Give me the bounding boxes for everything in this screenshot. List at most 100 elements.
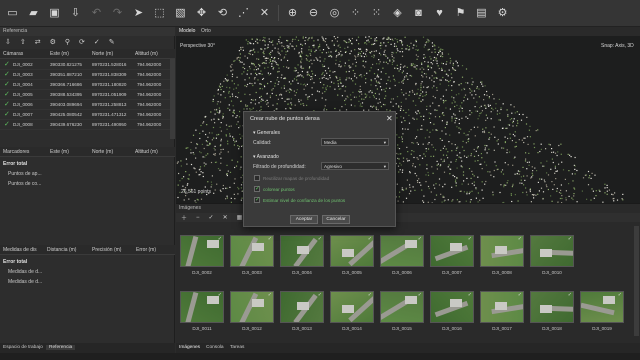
image-thumbnail[interactable]: ✓ bbox=[430, 291, 474, 323]
zoom-in-icon[interactable]: ⊕ bbox=[283, 4, 302, 23]
col-altitude[interactable]: Altitud (m) bbox=[135, 149, 158, 155]
rotate-icon[interactable]: ⟲ bbox=[213, 4, 232, 23]
tab-images[interactable]: Imágenes bbox=[179, 345, 200, 350]
confidence-checkbox[interactable]: ✓ bbox=[254, 197, 260, 203]
table-row[interactable]: ✓ DJI_0002 390330.821275 8970231.528016 794.… bbox=[0, 60, 170, 70]
redo-icon[interactable]: ↷ bbox=[108, 4, 127, 23]
images-scrollbar[interactable] bbox=[634, 226, 639, 336]
save-icon[interactable]: ▣ bbox=[45, 4, 64, 23]
cancel-button[interactable]: Cancelar bbox=[322, 215, 350, 224]
zoom-out-icon[interactable]: ⊖ bbox=[304, 4, 323, 23]
mesh-icon[interactable]: ◈ bbox=[388, 4, 407, 23]
table-row[interactable]: ✓ DJI_0005 390388.534395 8970231.051909 794.… bbox=[0, 90, 170, 100]
settings-icon[interactable]: ⚙ bbox=[493, 4, 512, 23]
enabled-checkbox[interactable]: ✓ bbox=[4, 91, 11, 98]
col-precision[interactable]: Precisión (m) bbox=[92, 247, 121, 253]
accept-button[interactable]: Aceptar bbox=[290, 215, 318, 224]
tab-tasks[interactable]: Tareas bbox=[230, 345, 244, 350]
enabled-checkbox[interactable]: ✓ bbox=[4, 81, 11, 88]
image-thumbnail[interactable]: ✓ bbox=[230, 235, 274, 267]
image-thumbnail[interactable]: ✓ bbox=[230, 291, 274, 323]
remove-photos-icon[interactable]: − bbox=[196, 215, 200, 221]
move-icon[interactable]: ✥ bbox=[192, 4, 211, 23]
section-general[interactable]: ▾ Generales bbox=[253, 130, 280, 136]
rect-select-icon[interactable]: ⬚ bbox=[150, 4, 169, 23]
landmark-icon[interactable]: ⚑ bbox=[451, 4, 470, 23]
target-icon[interactable]: ◎ bbox=[325, 4, 344, 23]
undo-icon[interactable]: ↶ bbox=[87, 4, 106, 23]
section-advanced[interactable]: ▾ Avanzado bbox=[253, 154, 279, 160]
col-distance[interactable]: Distancia (m) bbox=[47, 247, 76, 253]
close-icon[interactable]: ✕ bbox=[386, 114, 393, 123]
delete-icon[interactable]: ✕ bbox=[255, 4, 274, 23]
image-thumbnail[interactable]: ✓ bbox=[530, 291, 574, 323]
tab-model[interactable]: Modelo bbox=[179, 28, 195, 34]
pointcloud-icon[interactable]: ⁙ bbox=[367, 4, 386, 23]
filter-icon[interactable]: ⚲ bbox=[65, 38, 70, 46]
enabled-checkbox[interactable]: ✓ bbox=[4, 121, 11, 128]
image-thumbnail[interactable]: ✓ bbox=[330, 291, 374, 323]
col-altitude[interactable]: Altitud (m) bbox=[135, 51, 158, 57]
col-markers[interactable]: Marcadores bbox=[3, 149, 29, 155]
brush-icon[interactable]: ▧ bbox=[171, 4, 190, 23]
image-thumbnail[interactable]: ✓ bbox=[530, 235, 574, 267]
add-photos-icon[interactable]: ＋ bbox=[181, 213, 187, 222]
image-thumbnail[interactable]: ✓ bbox=[180, 291, 224, 323]
node-icon[interactable]: ⋰ bbox=[234, 4, 253, 23]
image-thumbnail[interactable]: ✓ bbox=[480, 291, 524, 323]
tab-ortho[interactable]: Orto bbox=[201, 28, 211, 34]
image-thumbnail[interactable]: ✓ bbox=[330, 235, 374, 267]
col-north[interactable]: Norte (m) bbox=[92, 51, 113, 57]
update-icon[interactable]: ⟳ bbox=[79, 38, 85, 46]
depth-filter-select[interactable]: Agresivo ▾ bbox=[321, 162, 389, 170]
enabled-checkbox[interactable]: ✓ bbox=[4, 61, 11, 68]
image-thumbnail[interactable]: ✓ bbox=[280, 235, 324, 267]
image-icon[interactable]: ▤ bbox=[472, 4, 491, 23]
tree-item-measure[interactable]: Medidas de d... bbox=[8, 269, 42, 275]
grid-icon[interactable]: ⁘ bbox=[346, 4, 365, 23]
tree-item-check-points[interactable]: Puntos de co... bbox=[8, 181, 41, 187]
settings-icon[interactable]: ⚙ bbox=[50, 38, 56, 46]
image-thumbnail[interactable]: ✓ bbox=[480, 235, 524, 267]
tab-console[interactable]: Consola bbox=[206, 345, 224, 350]
image-thumbnail[interactable]: ✓ bbox=[580, 291, 624, 323]
tools-icon[interactable]: ✎ bbox=[109, 38, 115, 46]
tab-reference[interactable]: Referencia bbox=[46, 345, 76, 350]
table-row[interactable]: ✓ DJI_0003 390351.887210 8970231.838309 794.… bbox=[0, 70, 170, 80]
table-row[interactable]: ✓ DJI_0007 390425.080542 8970231.471312 794.… bbox=[0, 110, 170, 120]
enabled-checkbox[interactable]: ✓ bbox=[4, 111, 11, 118]
heart-icon[interactable]: ♥ bbox=[430, 4, 449, 23]
image-thumbnail[interactable]: ✓ bbox=[380, 235, 424, 267]
import-ref-icon[interactable]: ⇩ bbox=[5, 38, 11, 46]
image-thumbnail[interactable]: ✓ bbox=[180, 235, 224, 267]
convert-icon[interactable]: ⇄ bbox=[35, 38, 41, 46]
table-row[interactable]: ✓ DJI_0006 390403.089694 8970231.258813 794.… bbox=[0, 100, 170, 110]
enabled-checkbox[interactable]: ✓ bbox=[4, 71, 11, 78]
image-thumbnail[interactable]: ✓ bbox=[280, 291, 324, 323]
select-icon[interactable]: ➤ bbox=[129, 4, 148, 23]
color-points-checkbox[interactable]: ✓ bbox=[254, 186, 260, 192]
col-measures[interactable]: Medidas de dis bbox=[3, 247, 37, 253]
image-thumbnail[interactable]: ✓ bbox=[430, 235, 474, 267]
image-thumbnail[interactable]: ✓ bbox=[380, 291, 424, 323]
enable-icon[interactable]: ✓ bbox=[209, 214, 214, 221]
open-folder-icon[interactable]: ▰ bbox=[24, 4, 43, 23]
table-row[interactable]: ✓ DJI_0004 390366.716686 8970231.180820 794.… bbox=[0, 80, 170, 90]
reuse-depth-maps-checkbox[interactable] bbox=[254, 175, 260, 181]
optimize-icon[interactable]: ✓ bbox=[94, 38, 100, 46]
tree-item-control-points[interactable]: Puntos de ap... bbox=[8, 171, 42, 177]
col-east[interactable]: Este (m) bbox=[50, 149, 69, 155]
import-icon[interactable]: ⇩ bbox=[66, 4, 85, 23]
col-east[interactable]: Este (m) bbox=[50, 51, 69, 57]
cameras-scrollbar[interactable] bbox=[170, 59, 175, 139]
col-north[interactable]: Norte (m) bbox=[92, 149, 113, 155]
table-row[interactable]: ✓ DJI_0008 390439.676230 8970231.490950 794.… bbox=[0, 120, 170, 130]
enabled-checkbox[interactable]: ✓ bbox=[4, 101, 11, 108]
new-file-icon[interactable]: ▭ bbox=[3, 4, 22, 23]
camera-icon[interactable]: ◙ bbox=[409, 4, 428, 23]
col-error[interactable]: Error (m) bbox=[136, 247, 156, 253]
view-mode-icon[interactable]: ▦ bbox=[237, 214, 243, 221]
disable-icon[interactable]: ✕ bbox=[223, 214, 228, 221]
quality-select[interactable]: Media ▾ bbox=[321, 138, 389, 146]
export-ref-icon[interactable]: ⇧ bbox=[20, 38, 26, 46]
